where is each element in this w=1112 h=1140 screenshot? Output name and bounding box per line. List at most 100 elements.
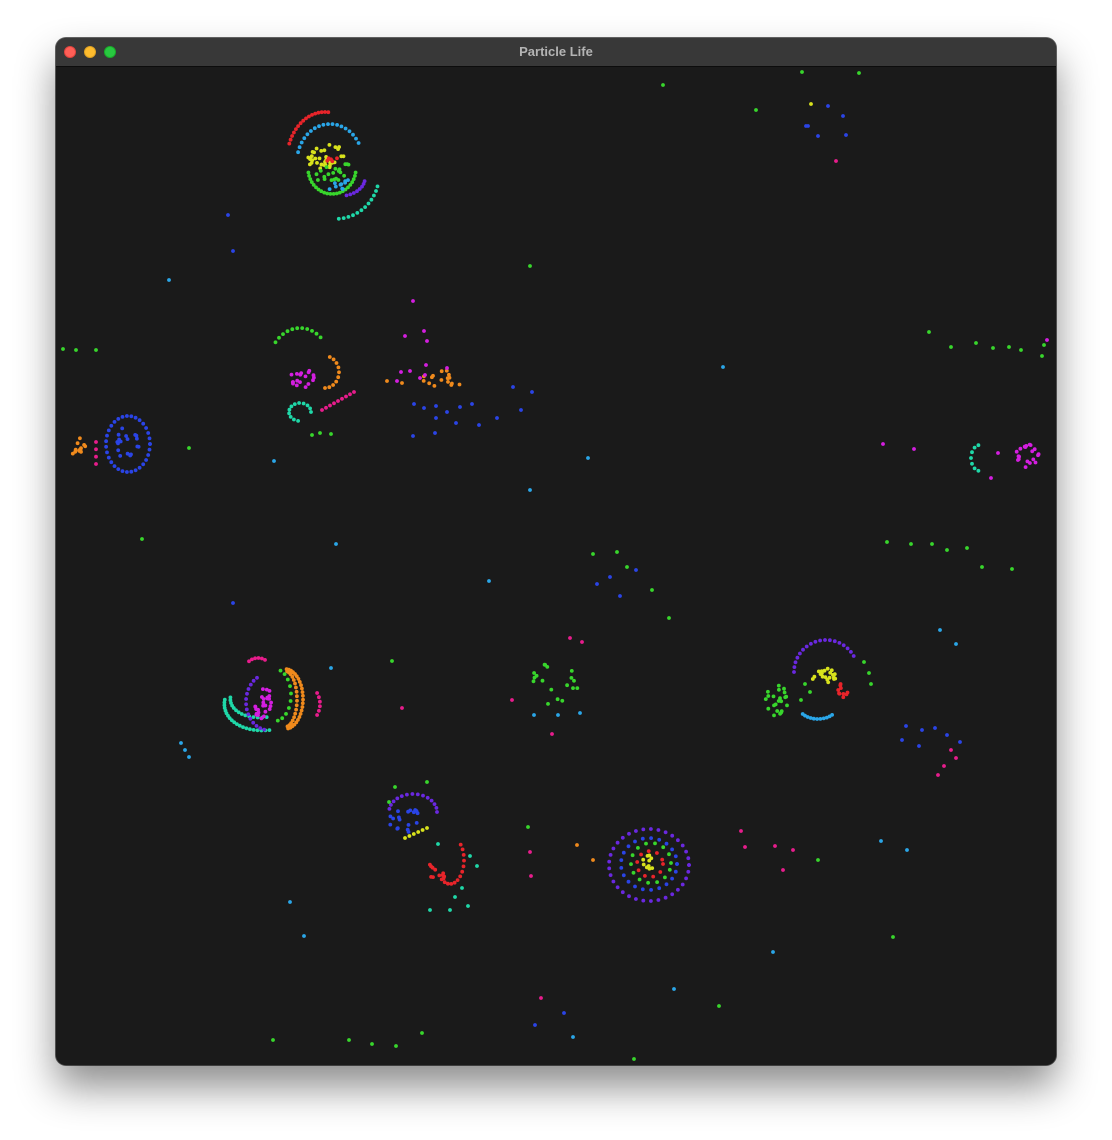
particle [403, 836, 407, 840]
particle [94, 462, 98, 466]
particle [799, 698, 803, 702]
particle [549, 687, 554, 692]
particle [629, 862, 633, 866]
particle [826, 104, 830, 108]
particle [244, 707, 249, 712]
particle [661, 845, 666, 850]
particle [815, 717, 819, 721]
particle [619, 858, 624, 862]
particle [263, 709, 268, 714]
particle [334, 361, 339, 365]
particle [336, 169, 341, 173]
particle [261, 687, 265, 691]
particle [687, 863, 691, 867]
particle [125, 451, 130, 456]
particle [308, 406, 312, 411]
particle [301, 697, 305, 702]
particle [268, 704, 273, 708]
particle [798, 651, 802, 656]
particle [305, 132, 310, 137]
title-bar[interactable]: Particle Life [56, 38, 1056, 67]
particle [972, 445, 977, 450]
particle [147, 436, 152, 441]
particle [457, 382, 462, 387]
particle [315, 713, 319, 717]
particle [331, 171, 336, 175]
particle [260, 695, 264, 699]
particle [328, 403, 332, 408]
particle [618, 594, 622, 598]
particle [800, 712, 805, 716]
particle [351, 132, 355, 137]
particle [293, 681, 297, 686]
particle [302, 136, 307, 141]
particle [267, 728, 272, 732]
particle [244, 702, 249, 707]
particle [428, 908, 432, 912]
particle [300, 690, 305, 694]
simulation-canvas[interactable] [56, 67, 1056, 1065]
particle [766, 706, 771, 711]
particle [640, 836, 645, 841]
particle [245, 691, 249, 696]
particle [857, 71, 861, 75]
particle [649, 827, 653, 831]
particle [333, 184, 338, 189]
particle [315, 161, 319, 165]
particle [635, 860, 640, 864]
particle [930, 542, 934, 546]
particle [323, 386, 327, 390]
particle [533, 1023, 537, 1027]
particle [363, 205, 367, 210]
particle [339, 182, 344, 186]
particle [816, 858, 820, 862]
particle [256, 656, 261, 660]
particle [468, 854, 472, 858]
particle [251, 720, 256, 725]
particle [837, 691, 841, 696]
particle [306, 370, 311, 375]
particle [795, 655, 800, 660]
particle [306, 382, 311, 386]
particle [427, 381, 432, 386]
particle [891, 935, 895, 939]
particle [275, 718, 280, 723]
particle [415, 792, 420, 797]
particle [773, 844, 777, 848]
particle [387, 807, 392, 811]
particle [1010, 567, 1014, 571]
particle [120, 426, 125, 431]
particle [936, 773, 940, 777]
particle [470, 402, 474, 406]
particle [347, 129, 352, 134]
particle [466, 904, 470, 908]
particle [315, 691, 319, 695]
particle [766, 689, 770, 694]
particle [405, 792, 409, 797]
particle [519, 408, 523, 412]
particle [743, 845, 747, 849]
particle [562, 1011, 566, 1015]
particle [400, 706, 404, 710]
particle [881, 442, 885, 446]
particle [572, 678, 576, 683]
particle [319, 149, 324, 153]
particle [841, 643, 846, 648]
particle [673, 854, 678, 859]
particle [793, 660, 798, 665]
particle [785, 703, 789, 708]
particle [300, 686, 304, 691]
particle [627, 894, 631, 899]
particle [633, 839, 637, 844]
particle [341, 216, 346, 221]
particle [460, 886, 464, 890]
particle [458, 874, 463, 879]
particle [772, 703, 776, 708]
particle [619, 866, 624, 870]
particle [307, 174, 311, 178]
particle [332, 401, 336, 406]
particle [1031, 457, 1036, 462]
particle [667, 616, 671, 620]
particle [608, 853, 613, 857]
particle [94, 440, 98, 444]
